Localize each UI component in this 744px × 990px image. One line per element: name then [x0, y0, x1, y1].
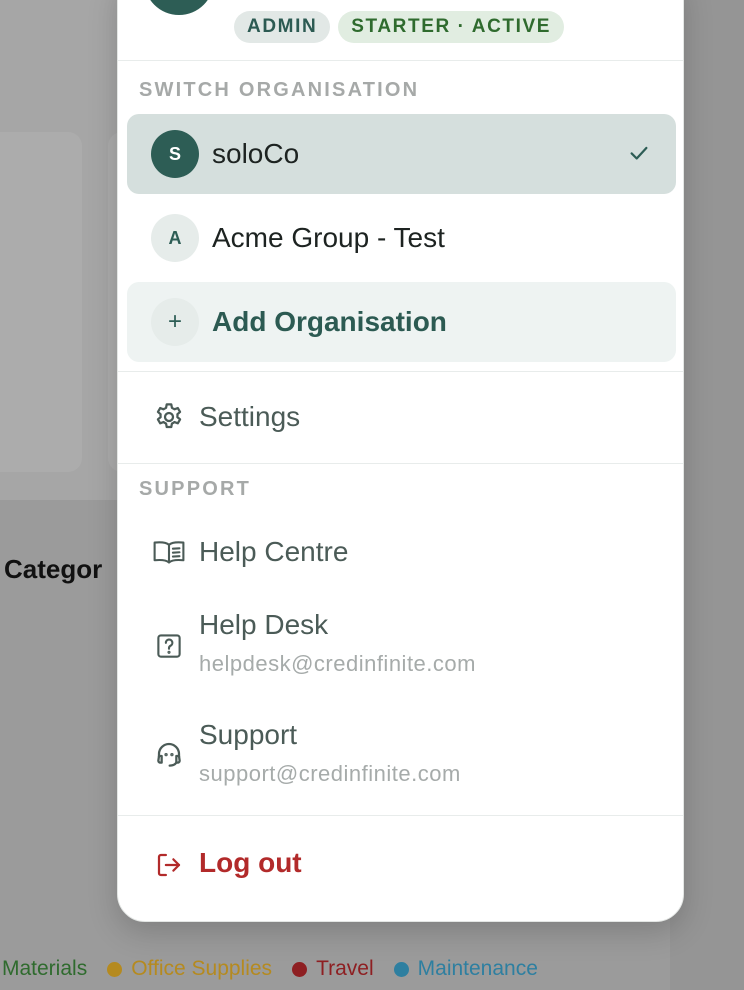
org-avatar: S — [151, 130, 199, 178]
account-dropdown: ADMIN STARTER · ACTIVE SWITCH ORGANISATI… — [117, 0, 684, 922]
switch-organisation-label: SWITCH ORGANISATION — [139, 79, 420, 101]
settings-menu-item[interactable]: Settings — [118, 391, 683, 443]
divider — [118, 463, 683, 464]
add-organisation-label: Add Organisation — [212, 306, 447, 337]
legend-dot — [292, 961, 308, 977]
account-badges: ADMIN STARTER · ACTIVE — [234, 11, 565, 43]
legend-label: Office Supplies — [131, 957, 273, 980]
divider — [118, 815, 683, 816]
plan-badge: STARTER · ACTIVE — [338, 11, 565, 43]
legend-label: Travel — [316, 957, 374, 980]
gear-icon — [152, 400, 186, 434]
help-centre-menu-item[interactable]: Help Centre — [118, 526, 683, 578]
help-centre-label: Help Centre — [199, 536, 349, 567]
org-name: Acme Group - Test — [212, 222, 445, 253]
background-heading: Categor — [4, 554, 103, 584]
help-desk-text: Help Desk helpdesk@credinfinite.com — [199, 609, 476, 677]
background-legend: Materials Office Supplies Travel Mainten… — [2, 957, 558, 981]
org-avatar: A — [151, 214, 199, 262]
legend-item-maintenance: Maintenance — [393, 957, 538, 981]
help-box-icon — [152, 629, 186, 663]
add-organisation-button[interactable]: + Add Organisation — [127, 282, 676, 362]
settings-label: Settings — [199, 401, 301, 432]
check-icon — [630, 146, 648, 160]
support-text: Support support@credinfinite.com — [199, 719, 461, 787]
help-desk-label: Help Desk — [199, 609, 329, 640]
org-item-soloco[interactable]: S soloCo — [127, 114, 676, 194]
support-section-label: SUPPORT — [139, 478, 252, 500]
divider — [118, 60, 683, 61]
org-name: soloCo — [212, 138, 300, 169]
support-email: support@credinfinite.com — [199, 761, 461, 786]
divider — [118, 371, 683, 372]
background-card — [0, 132, 82, 472]
legend-item-materials: Materials — [2, 957, 87, 981]
logout-icon — [152, 848, 186, 882]
role-badge: ADMIN — [234, 11, 331, 43]
support-menu-item[interactable]: Support support@credinfinite.com — [118, 719, 683, 795]
org-item-acme-group-test[interactable]: A Acme Group - Test — [127, 198, 676, 278]
legend-dot — [393, 961, 409, 977]
logout-label: Log out — [199, 847, 302, 878]
legend-item-office-supplies: Office Supplies — [107, 957, 272, 981]
legend-item-travel: Travel — [292, 957, 374, 981]
legend-label: Maintenance — [417, 957, 538, 980]
headset-icon — [152, 737, 186, 771]
help-desk-email: helpdesk@credinfinite.com — [199, 651, 476, 676]
legend-dot — [107, 961, 123, 977]
logout-button[interactable]: Log out — [118, 839, 683, 891]
user-avatar — [144, 0, 214, 15]
help-desk-menu-item[interactable]: Help Desk helpdesk@credinfinite.com — [118, 609, 683, 685]
book-icon — [152, 535, 186, 569]
plus-icon: + — [151, 298, 199, 346]
legend-label: Materials — [2, 957, 88, 980]
support-label: Support — [199, 719, 298, 750]
